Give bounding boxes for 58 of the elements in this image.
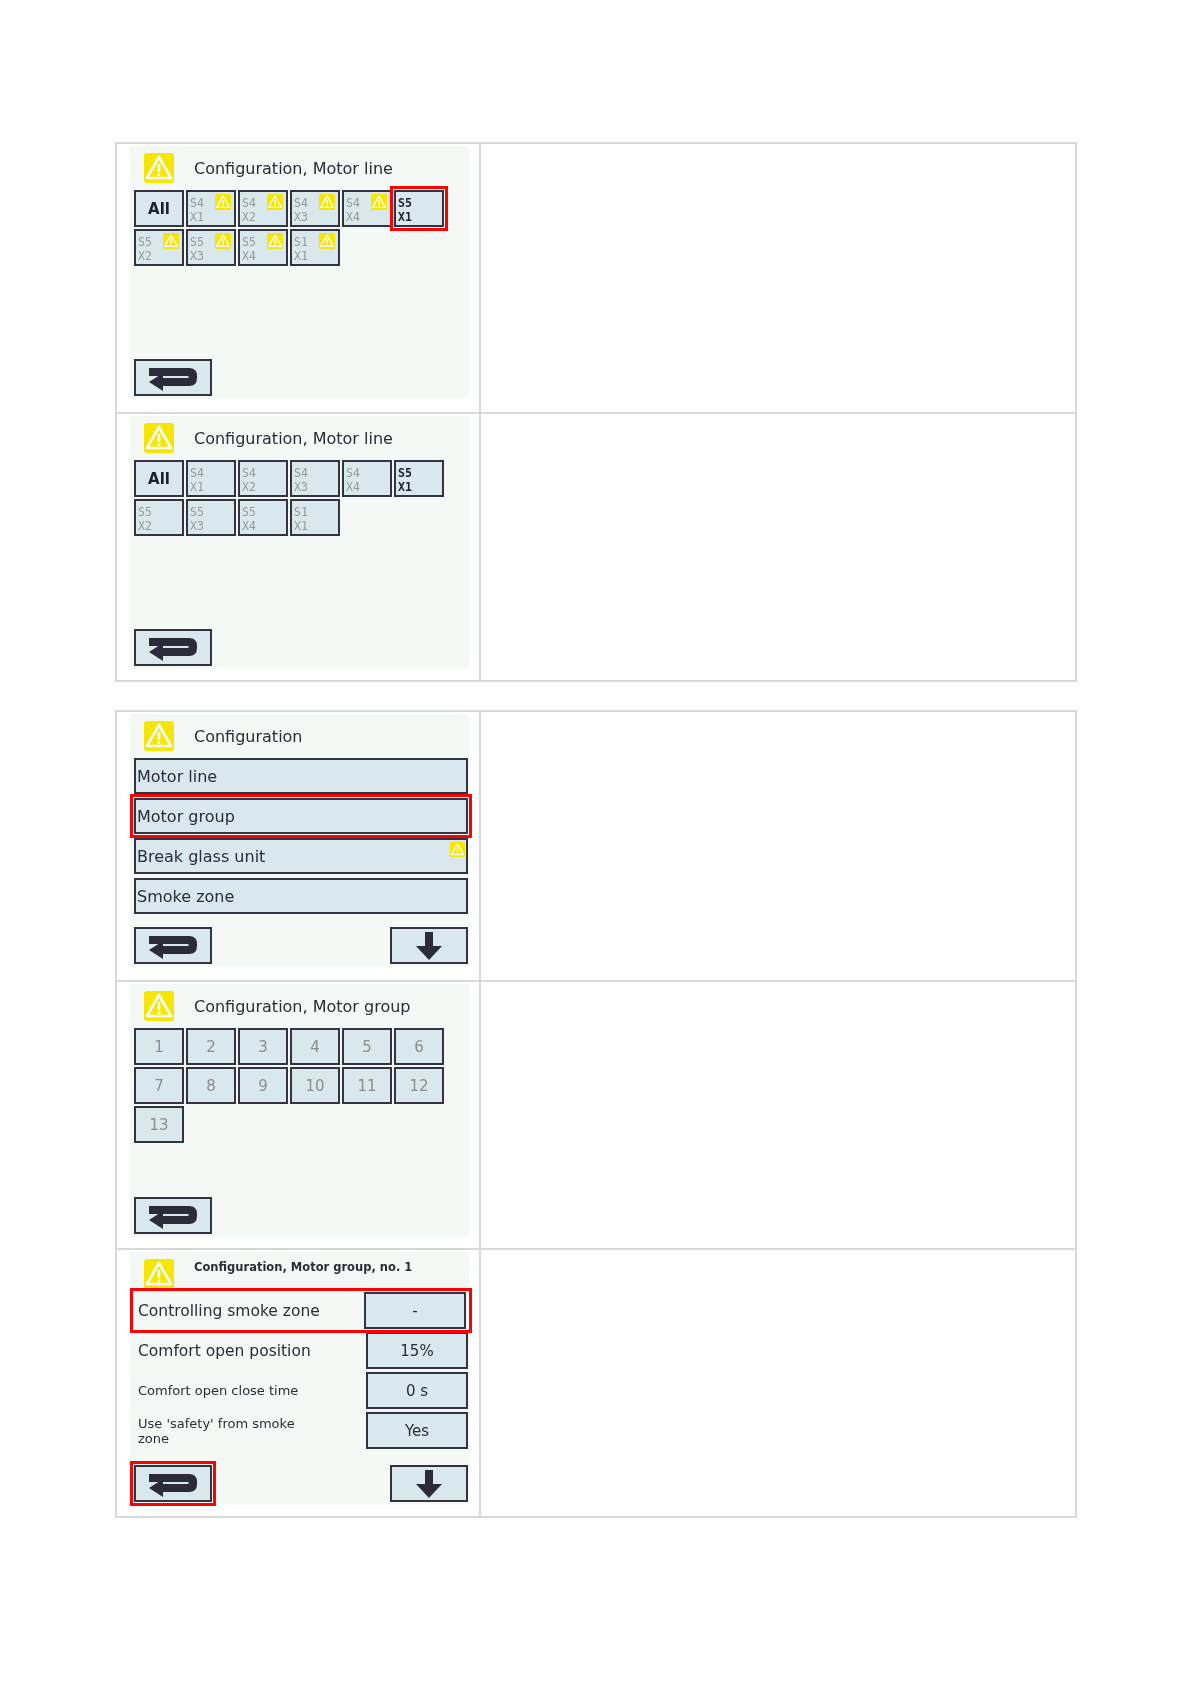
menu-item[interactable]: Smoke zone <box>134 878 468 914</box>
line-button[interactable]: S4 X1 <box>186 190 236 227</box>
line-button[interactable]: S4 X4 <box>342 460 392 497</box>
down-arrow-icon <box>416 1469 442 1498</box>
number-button[interactable]: 1 <box>134 1028 184 1065</box>
line-button[interactable]: S1 X1 <box>290 229 340 266</box>
value-button[interactable]: 0 s <box>366 1372 468 1409</box>
number-button[interactable]: 2 <box>186 1028 236 1065</box>
line-button[interactable]: S4 X4 <box>342 190 392 227</box>
number-button[interactable]: 13 <box>134 1106 184 1143</box>
line-button[interactable]: All <box>134 460 184 497</box>
setting-label: Comfort open close time <box>138 1383 300 1398</box>
value-button[interactable]: Yes <box>366 1412 468 1449</box>
line-button[interactable]: S5 X1 <box>394 460 444 497</box>
line-button[interactable]: S4 X3 <box>290 190 340 227</box>
line-button[interactable]: S5 X4 <box>238 499 288 536</box>
back-button[interactable] <box>134 1197 212 1234</box>
screen-title: Configuration, Motor group <box>194 996 411 1016</box>
number-button[interactable]: 12 <box>394 1067 444 1104</box>
number-button[interactable]: 10 <box>290 1067 340 1104</box>
line-button[interactable]: S5 X1 <box>394 190 444 227</box>
line-button[interactable]: S5 X3 <box>186 499 236 536</box>
setting-label: Controlling smoke zone <box>138 1301 320 1320</box>
line-button[interactable]: S5 X2 <box>134 499 184 536</box>
line-button[interactable]: S4 X2 <box>238 460 288 497</box>
line-button[interactable]: S1 X1 <box>290 499 340 536</box>
line-button[interactable]: All <box>134 190 184 227</box>
line-button[interactable]: S5 X4 <box>238 229 288 266</box>
number-button[interactable]: 9 <box>238 1067 288 1104</box>
back-button[interactable] <box>134 927 212 964</box>
scroll-down-button[interactable] <box>390 927 468 964</box>
line-button[interactable]: S4 X3 <box>290 460 340 497</box>
value-button[interactable]: - <box>364 1292 466 1329</box>
back-button[interactable] <box>134 629 212 666</box>
setting-label: Comfort open position <box>138 1341 311 1360</box>
back-button[interactable] <box>134 359 212 396</box>
setting-label: Use 'safety' from smoke zone <box>138 1415 296 1446</box>
screen-title: Configuration, Motor line <box>194 428 393 448</box>
line-button[interactable]: S4 X2 <box>238 190 288 227</box>
number-button[interactable]: 11 <box>342 1067 392 1104</box>
line-button[interactable]: S5 X3 <box>186 229 236 266</box>
line-button[interactable]: S5 X2 <box>134 229 184 266</box>
number-button[interactable]: 8 <box>186 1067 236 1104</box>
number-button[interactable]: 4 <box>290 1028 340 1065</box>
number-button[interactable]: 3 <box>238 1028 288 1065</box>
number-button[interactable]: 6 <box>394 1028 444 1065</box>
scroll-down-button[interactable] <box>390 1465 468 1502</box>
menu-item[interactable]: Motor line <box>134 758 468 794</box>
number-button[interactable]: 7 <box>134 1067 184 1104</box>
screen-title: Configuration, Motor line <box>194 158 393 178</box>
menu-item[interactable]: Motor group <box>134 798 468 834</box>
menu-item[interactable]: Break glass unit <box>134 838 468 874</box>
value-button[interactable]: 15% <box>366 1332 468 1369</box>
line-button[interactable]: S4 X1 <box>186 460 236 497</box>
screen-title: Configuration, Motor group, no. 1 <box>194 1260 413 1274</box>
screen-title: Configuration <box>194 726 303 746</box>
number-button[interactable]: 5 <box>342 1028 392 1065</box>
down-arrow-icon <box>416 931 442 960</box>
